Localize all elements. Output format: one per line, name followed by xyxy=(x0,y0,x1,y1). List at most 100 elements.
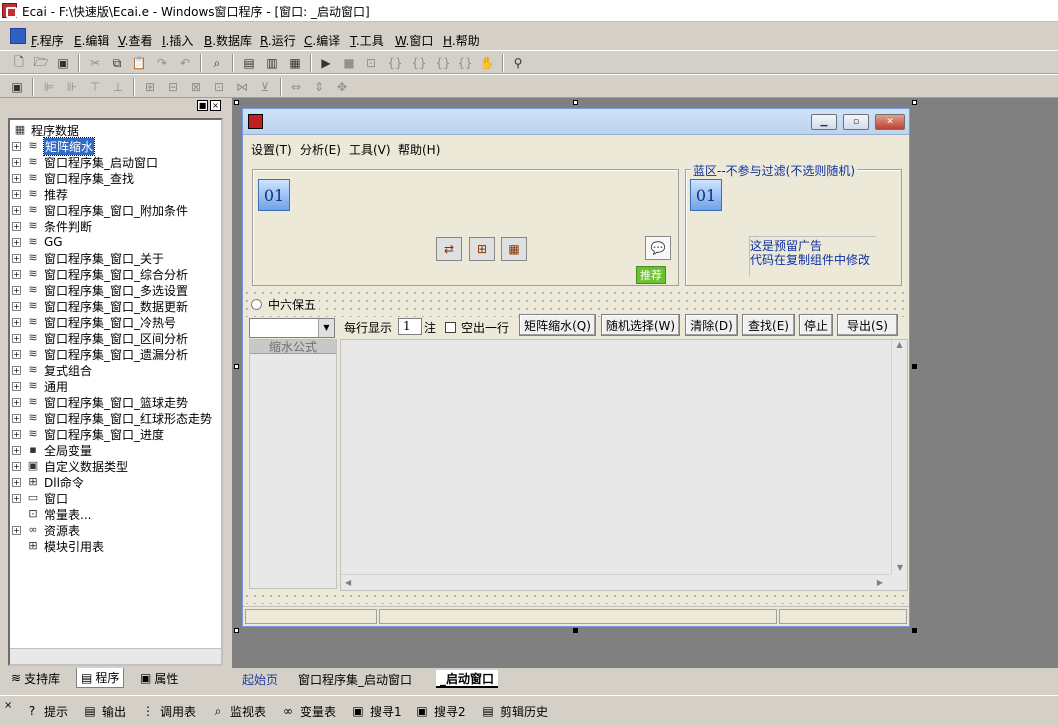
tree-item[interactable]: + ≋ 窗口程序集_窗口_遗漏分析 xyxy=(12,346,188,362)
layout-2-icon[interactable]: ▥ xyxy=(263,54,281,72)
stop-button[interactable]: 停止 xyxy=(799,314,833,336)
call-table-button[interactable]: ⋮ 调用表 xyxy=(140,702,196,720)
tree-item[interactable]: + ≋ 窗口程序集_窗口_冷热号 xyxy=(12,314,176,330)
undo-icon[interactable]: ↶ xyxy=(176,54,194,72)
resize-handle[interactable] xyxy=(234,628,239,633)
resize-handle[interactable] xyxy=(234,364,239,369)
tree-item[interactable]: + ▪ 全局变量 xyxy=(12,442,92,458)
clear-button[interactable]: 清除(D) xyxy=(685,314,738,336)
form-menu-help[interactable]: 帮助(H) xyxy=(398,141,440,158)
calendar-icon[interactable]: ▦ xyxy=(501,237,527,261)
close-button[interactable]: ✕ xyxy=(875,114,905,130)
vertical-scrollbar[interactable]: ▲ ▼ xyxy=(891,340,907,574)
startup-form[interactable]: ▁ ▫ ✕ 设置(T) 分析(E) 工具(V) 帮助(H) 01 ⇄ ⊞ ▦ 💬… xyxy=(242,108,910,627)
search2-button[interactable]: ▣ 搜寻2 xyxy=(414,702,465,720)
menu-insert[interactable]: I.插入 xyxy=(162,32,193,49)
expand-icon[interactable]: + xyxy=(12,205,21,215)
tree-item[interactable]: + ⊞ Dll命令 xyxy=(12,474,84,490)
menu-edit[interactable]: E.编辑 xyxy=(74,32,109,49)
tree-item[interactable]: + ≋ 矩阵缩水 xyxy=(12,136,96,156)
close-output-icon[interactable]: × xyxy=(4,700,12,711)
space-h-icon[interactable]: ⊡ xyxy=(210,78,228,96)
matrix-filter-button[interactable]: 矩阵缩水(Q) xyxy=(519,314,596,336)
tab-properties[interactable]: ▣ 属性 xyxy=(136,668,182,688)
find-button[interactable]: 查找(E) xyxy=(742,314,795,336)
same-width-icon[interactable]: ⊞ xyxy=(141,78,159,96)
blank-row-checkbox[interactable]: 空出一行 xyxy=(445,319,509,336)
tree-item[interactable]: + ▣ 自定义数据类型 xyxy=(12,458,128,474)
hint-button[interactable]: ? 提示 xyxy=(24,702,68,720)
stop-icon[interactable]: ■ xyxy=(340,54,358,72)
form-menu-tools[interactable]: 工具(V) xyxy=(349,141,391,158)
same-size-icon[interactable]: ⊠ xyxy=(187,78,205,96)
hand-icon[interactable]: ✋ xyxy=(478,54,496,72)
layout-1-icon[interactable]: ▤ xyxy=(240,54,258,72)
menu-help[interactable]: H.帮助 xyxy=(443,32,480,49)
tree-item[interactable]: + ≋ 窗口程序集_窗口_篮球走势 xyxy=(12,394,188,410)
program-tree[interactable]: ▦ 程序数据 + ≋ 矩阵缩水 + ≋ 窗口程序集_启动窗口 + ≋ 窗口程序集_查找 + ≋ 推荐 + ≋… xyxy=(8,118,223,666)
form-menu-settings[interactable]: 设置(T) xyxy=(251,141,292,158)
output-button[interactable]: ▤ 输出 xyxy=(82,702,126,720)
redo-icon[interactable]: ↷ xyxy=(153,54,171,72)
chat-icon[interactable]: 💬 xyxy=(645,236,671,260)
tree-item[interactable]: + ≋ 窗口程序集_窗口_关于 xyxy=(12,250,164,266)
tree-item[interactable]: + ≋ 窗口程序集_窗口_进度 xyxy=(12,426,164,442)
layout-3-icon[interactable]: ▦ xyxy=(286,54,304,72)
paste-icon[interactable]: 📋 xyxy=(130,54,148,72)
resize-handle[interactable] xyxy=(573,100,578,105)
menu-tools[interactable]: T.工具 xyxy=(350,32,384,49)
expand-icon[interactable]: + xyxy=(12,157,21,167)
menu-window[interactable]: W.窗口 xyxy=(395,32,433,49)
run-to-cursor-icon[interactable]: {} xyxy=(456,54,474,72)
expand-icon[interactable]: + xyxy=(12,349,21,359)
tree-horizontal-scrollbar[interactable] xyxy=(10,648,221,664)
tree-item[interactable]: + ≋ 窗口程序集_窗口_区间分析 xyxy=(12,330,188,346)
center-both-icon[interactable]: ✥ xyxy=(333,78,351,96)
tree-item[interactable]: + ≋ 窗口程序集_启动窗口 xyxy=(12,154,158,170)
tree-item[interactable]: + ≋ 条件判断 xyxy=(12,218,92,234)
recommend-tag[interactable]: 推荐 xyxy=(636,266,666,284)
expand-icon[interactable]: + xyxy=(12,333,21,343)
blue-number-box[interactable]: 01 xyxy=(690,179,722,211)
radio-option[interactable]: 中六保五 xyxy=(251,296,320,313)
expand-icon[interactable]: + xyxy=(12,253,21,263)
random-select-button[interactable]: 随机选择(W) xyxy=(601,314,680,336)
clip-history-button[interactable]: ▤ 剪辑历史 xyxy=(480,702,548,720)
variable-table-button[interactable]: ∞ 变量表 xyxy=(280,702,336,720)
watch-table-button[interactable]: ⌕ 监视表 xyxy=(210,702,266,720)
align-center-icon[interactable]: ⊪ xyxy=(63,78,81,96)
form-icon[interactable]: ▣ xyxy=(8,78,26,96)
red-number-box[interactable]: 01 xyxy=(258,179,290,211)
expand-icon[interactable]: + xyxy=(12,493,21,503)
combo-box[interactable]: ▼ xyxy=(249,318,335,338)
result-area[interactable]: ▲ ▼ ◀ ▶ xyxy=(340,339,908,591)
formula-list[interactable]: 缩水公式 xyxy=(249,339,337,589)
tree-item[interactable]: + ∞ 资源表 xyxy=(12,522,80,538)
expand-icon[interactable]: + xyxy=(12,461,21,471)
tab-startup-module[interactable]: 窗口程序集_启动窗口 xyxy=(298,670,412,688)
find-icon[interactable]: ⌕ xyxy=(208,54,226,72)
expand-icon[interactable]: + xyxy=(12,397,21,407)
resize-handle[interactable] xyxy=(234,100,239,105)
tree-item[interactable]: + ≋ 复式组合 xyxy=(12,362,92,378)
menu-program[interactable]: F.程序 xyxy=(31,32,64,49)
align-bottom-icon[interactable]: ⊥ xyxy=(109,78,127,96)
tree-item[interactable]: +⊞模块引用表 xyxy=(12,538,104,554)
expand-icon[interactable]: + xyxy=(12,173,21,183)
tab-support-library[interactable]: ≋ 支持库 xyxy=(7,668,64,688)
step-over-icon[interactable]: {} xyxy=(410,54,428,72)
menu-compile[interactable]: C.编译 xyxy=(304,32,340,49)
expand-icon[interactable]: + xyxy=(12,413,21,423)
tree-item[interactable]: + ≋ 窗口程序集_窗口_数据更新 xyxy=(12,298,188,314)
menu-view[interactable]: V.查看 xyxy=(118,32,153,49)
resize-handle[interactable] xyxy=(912,628,917,633)
search1-button[interactable]: ▣ 搜寻1 xyxy=(350,702,401,720)
panel-pin-button[interactable]: ■ xyxy=(197,100,208,111)
tab-program[interactable]: ▤ 程序 xyxy=(76,668,125,688)
tree-item[interactable]: + ≋ 窗口程序集_窗口_附加条件 xyxy=(12,202,188,218)
expand-icon[interactable]: + xyxy=(12,445,21,455)
save-icon[interactable]: ▣ xyxy=(54,54,72,72)
tree-item[interactable]: + ≋ 通用 xyxy=(12,378,68,394)
menu-run[interactable]: R.运行 xyxy=(260,32,296,49)
open-folder-icon[interactable]: 🗁 xyxy=(32,54,50,72)
